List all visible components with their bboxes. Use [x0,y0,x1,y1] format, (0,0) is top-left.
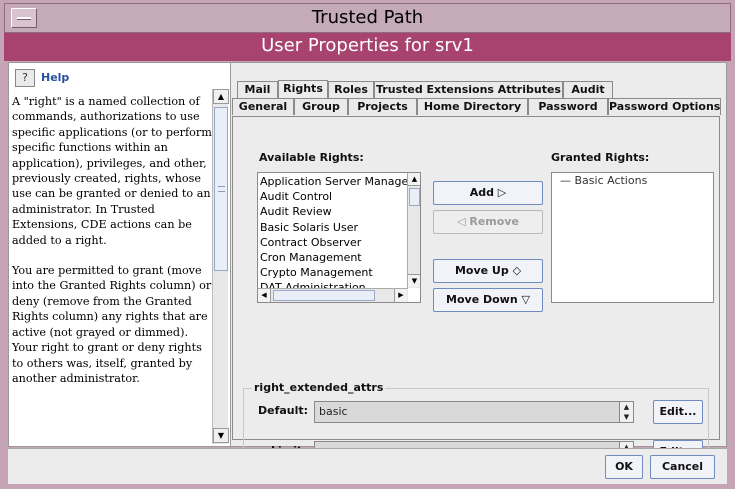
help-title: Help [41,71,70,84]
move-up-button[interactable]: Move Up ◇ [433,259,543,283]
tab-trusted-extensions-attributes[interactable]: Trusted Extensions Attributes [374,81,563,98]
help-panel: ? Help A "right" is a named collection o… [9,63,231,446]
add-button[interactable]: Add ▷ [433,181,543,205]
tabs-area: Mail Rights Roles Trusted Extensions Att… [231,63,728,478]
scroll-thumb[interactable] [273,290,375,301]
list-item[interactable]: Crypto Management [258,265,406,280]
scroll-thumb[interactable] [214,107,228,271]
edit-default-label: Edit... [659,405,697,418]
available-rights-list[interactable]: Application Server Managem Audit Control… [257,172,421,303]
list-item[interactable]: Application Server Managem [258,174,419,189]
scroll-down-arrow-icon[interactable]: ▼ [213,428,229,443]
help-book-icon: ? [15,69,35,87]
edit-default-button[interactable]: Edit... [653,400,703,424]
ok-button[interactable]: OK [605,455,643,479]
tab-general[interactable]: General [232,98,294,115]
help-paragraph: A "right" is a named collection of comma… [12,95,212,247]
default-value-field[interactable]: basic ▲ ▼ [314,401,634,423]
available-list-hscrollbar[interactable]: ◀ ▶ [258,288,408,302]
tab-audit[interactable]: Audit [563,81,613,98]
list-item[interactable]: Audit Review [258,204,406,219]
add-button-label: Add ▷ [469,186,507,199]
scroll-thumb[interactable] [409,188,420,206]
available-list-vscrollbar[interactable]: ▲ ▼ [407,173,420,288]
help-text: A "right" is a named collection of comma… [12,94,212,401]
list-item[interactable]: Contract Observer [258,235,406,250]
tab-group[interactable]: Group [294,98,348,115]
spinner-arrows-icon[interactable]: ▲▼ [619,402,633,422]
title-bar: Trusted Path [4,3,731,33]
tab-rights[interactable]: Rights [278,80,328,98]
list-item[interactable]: Cron Management [258,250,406,265]
scroll-down-arrow-icon[interactable]: ▼ [408,274,420,287]
dialog-footer: OK Cancel [8,448,727,484]
granted-item-label: Basic Actions [574,174,648,187]
extended-attrs-label: right_extended_attrs [252,381,386,394]
tab-mail[interactable]: Mail [237,81,278,98]
scroll-up-arrow-icon[interactable]: ▲ [213,89,229,104]
tab-home-directory[interactable]: Home Directory [417,98,528,115]
cancel-button-label: Cancel [661,460,704,473]
default-value: basic [319,405,348,418]
list-item[interactable]: — Basic Actions [552,173,713,188]
scroll-left-arrow-icon[interactable]: ◀ [258,289,271,302]
dialog-content: ? Help A "right" is a named collection o… [8,62,728,478]
scroll-up-arrow-icon[interactable]: ▲ [408,173,420,186]
list-item[interactable]: Basic Solaris User [258,220,406,235]
tab-password-options[interactable]: Password Options [608,98,721,115]
dialog-header: User Properties for srv1 [4,33,731,61]
window-frame: Trusted Path User Properties for srv1 ? … [0,0,735,489]
cancel-button[interactable]: Cancel [650,455,715,479]
move-down-button-label: Move Down ▽ [446,293,530,306]
move-down-button[interactable]: Move Down ▽ [433,288,543,312]
tab-projects[interactable]: Projects [348,98,417,115]
granted-rights-label: Granted Rights: [551,151,650,164]
remove-button-label: ◁ Remove [457,215,519,228]
granted-rights-list[interactable]: — Basic Actions [551,172,714,303]
ok-button-label: OK [615,460,633,473]
help-scrollbar[interactable]: ▲ ▼ [212,89,229,444]
dialog-title: User Properties for srv1 [261,35,474,56]
window-title: Trusted Path [311,7,424,28]
tab-roles[interactable]: Roles [328,81,374,98]
help-paragraph: You are permitted to grant (move into th… [12,264,212,385]
rights-tab-panel: Available Rights: Granted Rights: Applic… [232,116,720,478]
tab-password[interactable]: Password [528,98,608,115]
move-up-button-label: Move Up ◇ [454,264,522,277]
scroll-right-arrow-icon[interactable]: ▶ [394,289,407,302]
list-item[interactable]: Audit Control [258,189,406,204]
available-rights-label: Available Rights: [259,151,364,164]
remove-button[interactable]: ◁ Remove [433,210,543,234]
default-label: Default: [258,404,309,417]
